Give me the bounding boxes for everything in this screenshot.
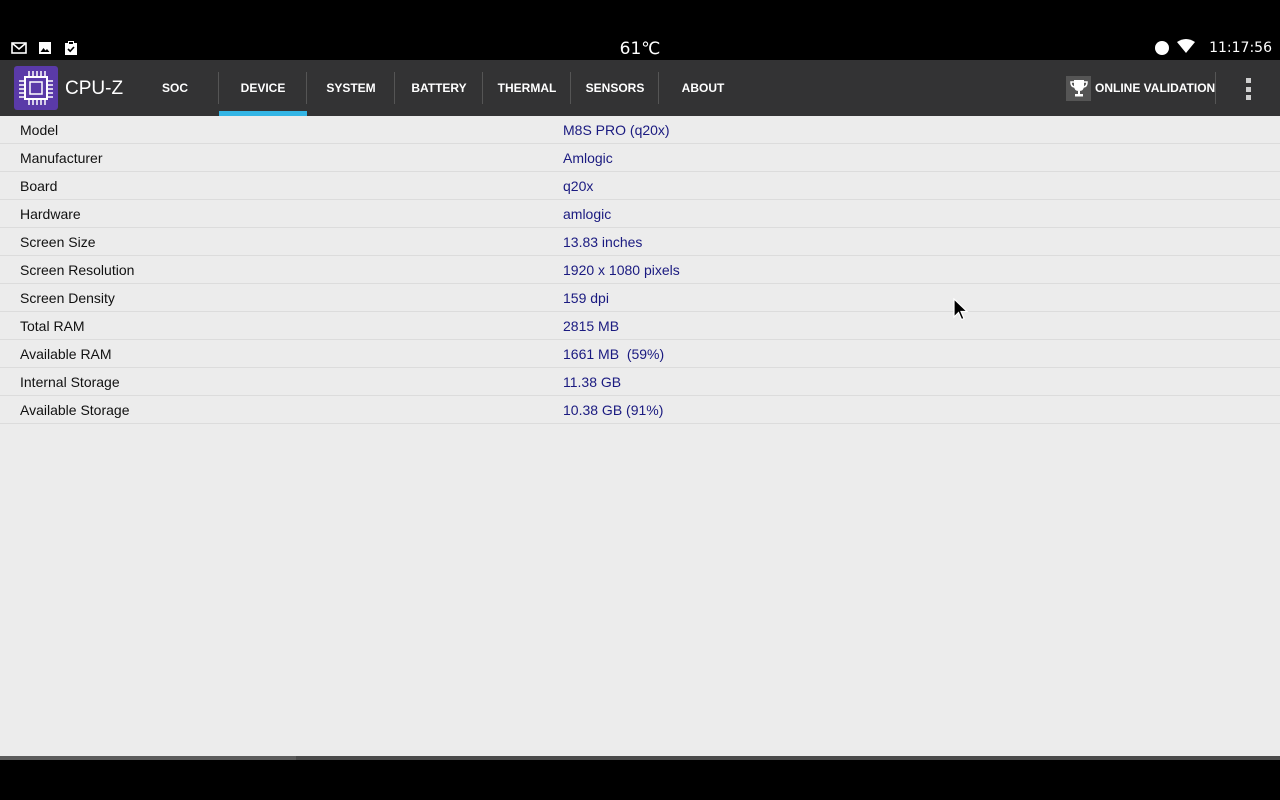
app-title: CPU-Z [65, 78, 124, 99]
tab-label: ABOUT [681, 81, 725, 95]
info-label: Internal Storage [20, 374, 120, 390]
info-value: 1920 x 1080 pixels [563, 262, 680, 278]
clock: 11:17:56 [1209, 40, 1272, 56]
info-label: Hardware [20, 206, 81, 222]
info-value: M8S PRO (q20x) [563, 122, 670, 138]
info-row-manufacturer: Manufacturer Amlogic [0, 144, 1280, 172]
info-label: Available Storage [20, 402, 130, 418]
overflow-menu-icon[interactable] [1238, 78, 1258, 100]
tab-label: BATTERY [411, 81, 467, 95]
info-label: Available RAM [20, 346, 112, 362]
tab-bar: SOC DEVICE SYSTEM BATTERY THERMAL SENSOR… [131, 60, 747, 116]
info-label: Model [20, 122, 59, 138]
info-label: Screen Density [20, 290, 115, 306]
info-row-screen-size: Screen Size 13.83 inches [0, 228, 1280, 256]
trophy-icon [1066, 75, 1091, 101]
info-row-model: Model M8S PRO (q20x) [0, 116, 1280, 144]
tab-thermal[interactable]: THERMAL [483, 60, 571, 116]
status-right: 11:17:56 [1155, 39, 1272, 57]
info-row-internal-storage: Internal Storage 11.38 GB [0, 368, 1280, 396]
info-label: Total RAM [20, 318, 85, 334]
info-label: Screen Resolution [20, 262, 135, 278]
menu-dot [1245, 78, 1251, 83]
screen: 61℃ 11:17:56 CPU-Z SOC DEVICE SYSTEM BAT… [0, 0, 1280, 800]
menu-dot [1245, 95, 1251, 100]
info-value: 2815 MB [563, 318, 620, 334]
tab-about[interactable]: ABOUT [659, 60, 747, 116]
tab-label: DEVICE [240, 81, 286, 95]
tab-soc[interactable]: SOC [131, 60, 219, 116]
info-value: Amlogic [563, 150, 613, 166]
tab-label: THERMAL [497, 81, 557, 95]
info-value: 159 dpi [563, 290, 609, 306]
info-row-available-storage: Available Storage 10.38 GB (91%) [0, 396, 1280, 424]
tab-label: SENSORS [585, 81, 645, 95]
tab-battery[interactable]: BATTERY [395, 60, 483, 116]
tab-label: SYSTEM [326, 81, 376, 95]
info-row-hardware: Hardware amlogic [0, 200, 1280, 228]
mouse-pointer-icon [953, 297, 969, 322]
info-value: q20x [563, 178, 594, 194]
info-row-screen-density: Screen Density 159 dpi [0, 284, 1280, 312]
status-bar: 61℃ 11:17:56 [0, 36, 1280, 60]
circle-icon [1155, 41, 1170, 55]
menu-dot [1245, 86, 1251, 92]
info-row-available-ram: Available RAM 1661 MB (59%) [0, 340, 1280, 368]
info-label: Screen Size [20, 234, 96, 250]
info-label: Manufacturer [20, 150, 103, 166]
info-value: amlogic [563, 206, 612, 222]
tab-label: SOC [161, 81, 188, 95]
cpu-chip-icon [14, 66, 58, 110]
tab-system[interactable]: SYSTEM [307, 60, 395, 116]
tab-device[interactable]: DEVICE [219, 60, 307, 116]
wifi-icon [1177, 39, 1196, 57]
navigation-bar [0, 760, 1280, 800]
online-validation-button[interactable]: ONLINE VALIDATION [1066, 75, 1215, 101]
info-value: 10.38 GB (91%) [563, 402, 664, 418]
info-row-board: Board q20x [0, 172, 1280, 200]
info-value: 13.83 inches [563, 234, 643, 250]
info-row-screen-resolution: Screen Resolution 1920 x 1080 pixels [0, 256, 1280, 284]
app-bar: CPU-Z SOC DEVICE SYSTEM BATTERY THERMAL [0, 60, 1280, 116]
info-value: 1661 MB (59%) [563, 346, 665, 362]
info-row-total-ram: Total RAM 2815 MB [0, 312, 1280, 340]
temperature-indicator: 61℃ [619, 39, 661, 59]
toolbar-divider [1215, 72, 1216, 104]
info-value: 11.38 GB [563, 374, 622, 390]
tab-sensors[interactable]: SENSORS [571, 60, 659, 116]
online-validation-label: ONLINE VALIDATION [1095, 81, 1216, 95]
device-info-panel: Model M8S PRO (q20x) Manufacturer Amlogi… [0, 116, 1280, 756]
info-label: Board [20, 178, 58, 194]
